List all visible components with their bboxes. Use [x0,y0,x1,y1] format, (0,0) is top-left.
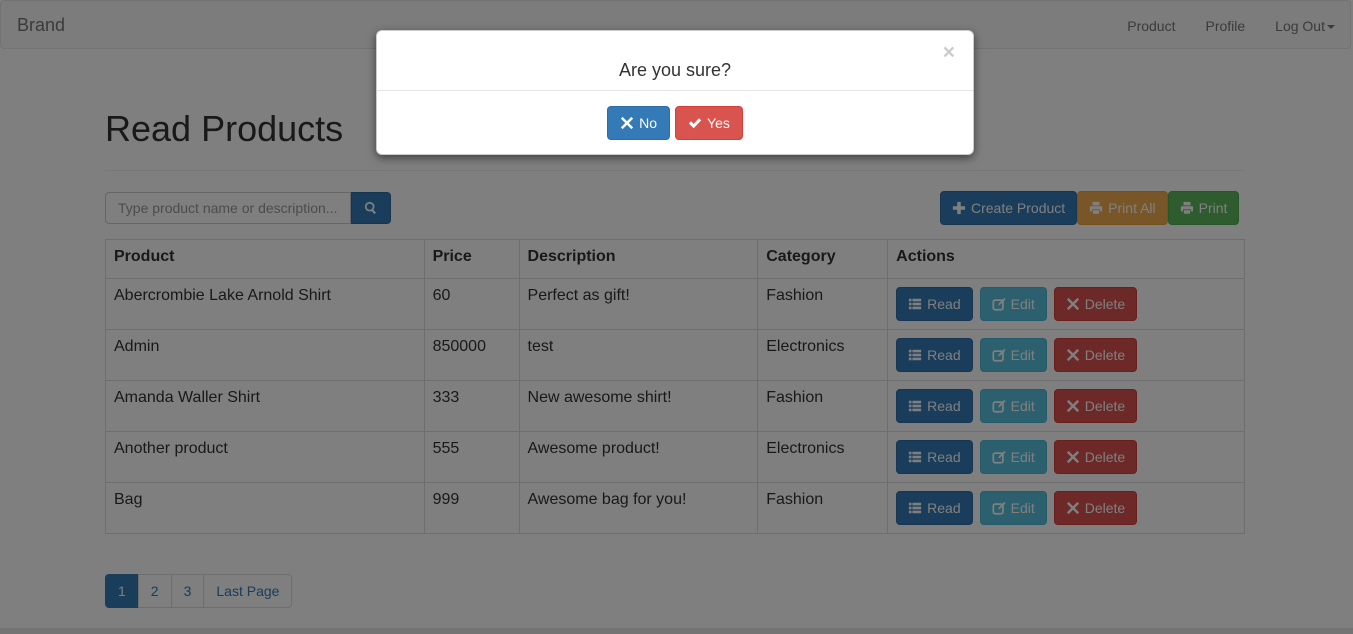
dialog-footer: No Yes [377,106,973,140]
check-icon [688,118,702,129]
dialog-title: Are you sure? [618,60,732,80]
no-button[interactable]: No [607,106,671,140]
yes-label: Yes [707,115,730,131]
no-label: No [639,115,658,131]
dialog-header: × Are you sure? [377,31,973,91]
confirm-dialog: × Are you sure? No Yes [376,30,974,155]
remove-icon [621,116,634,130]
yes-button[interactable]: Yes [675,106,743,140]
